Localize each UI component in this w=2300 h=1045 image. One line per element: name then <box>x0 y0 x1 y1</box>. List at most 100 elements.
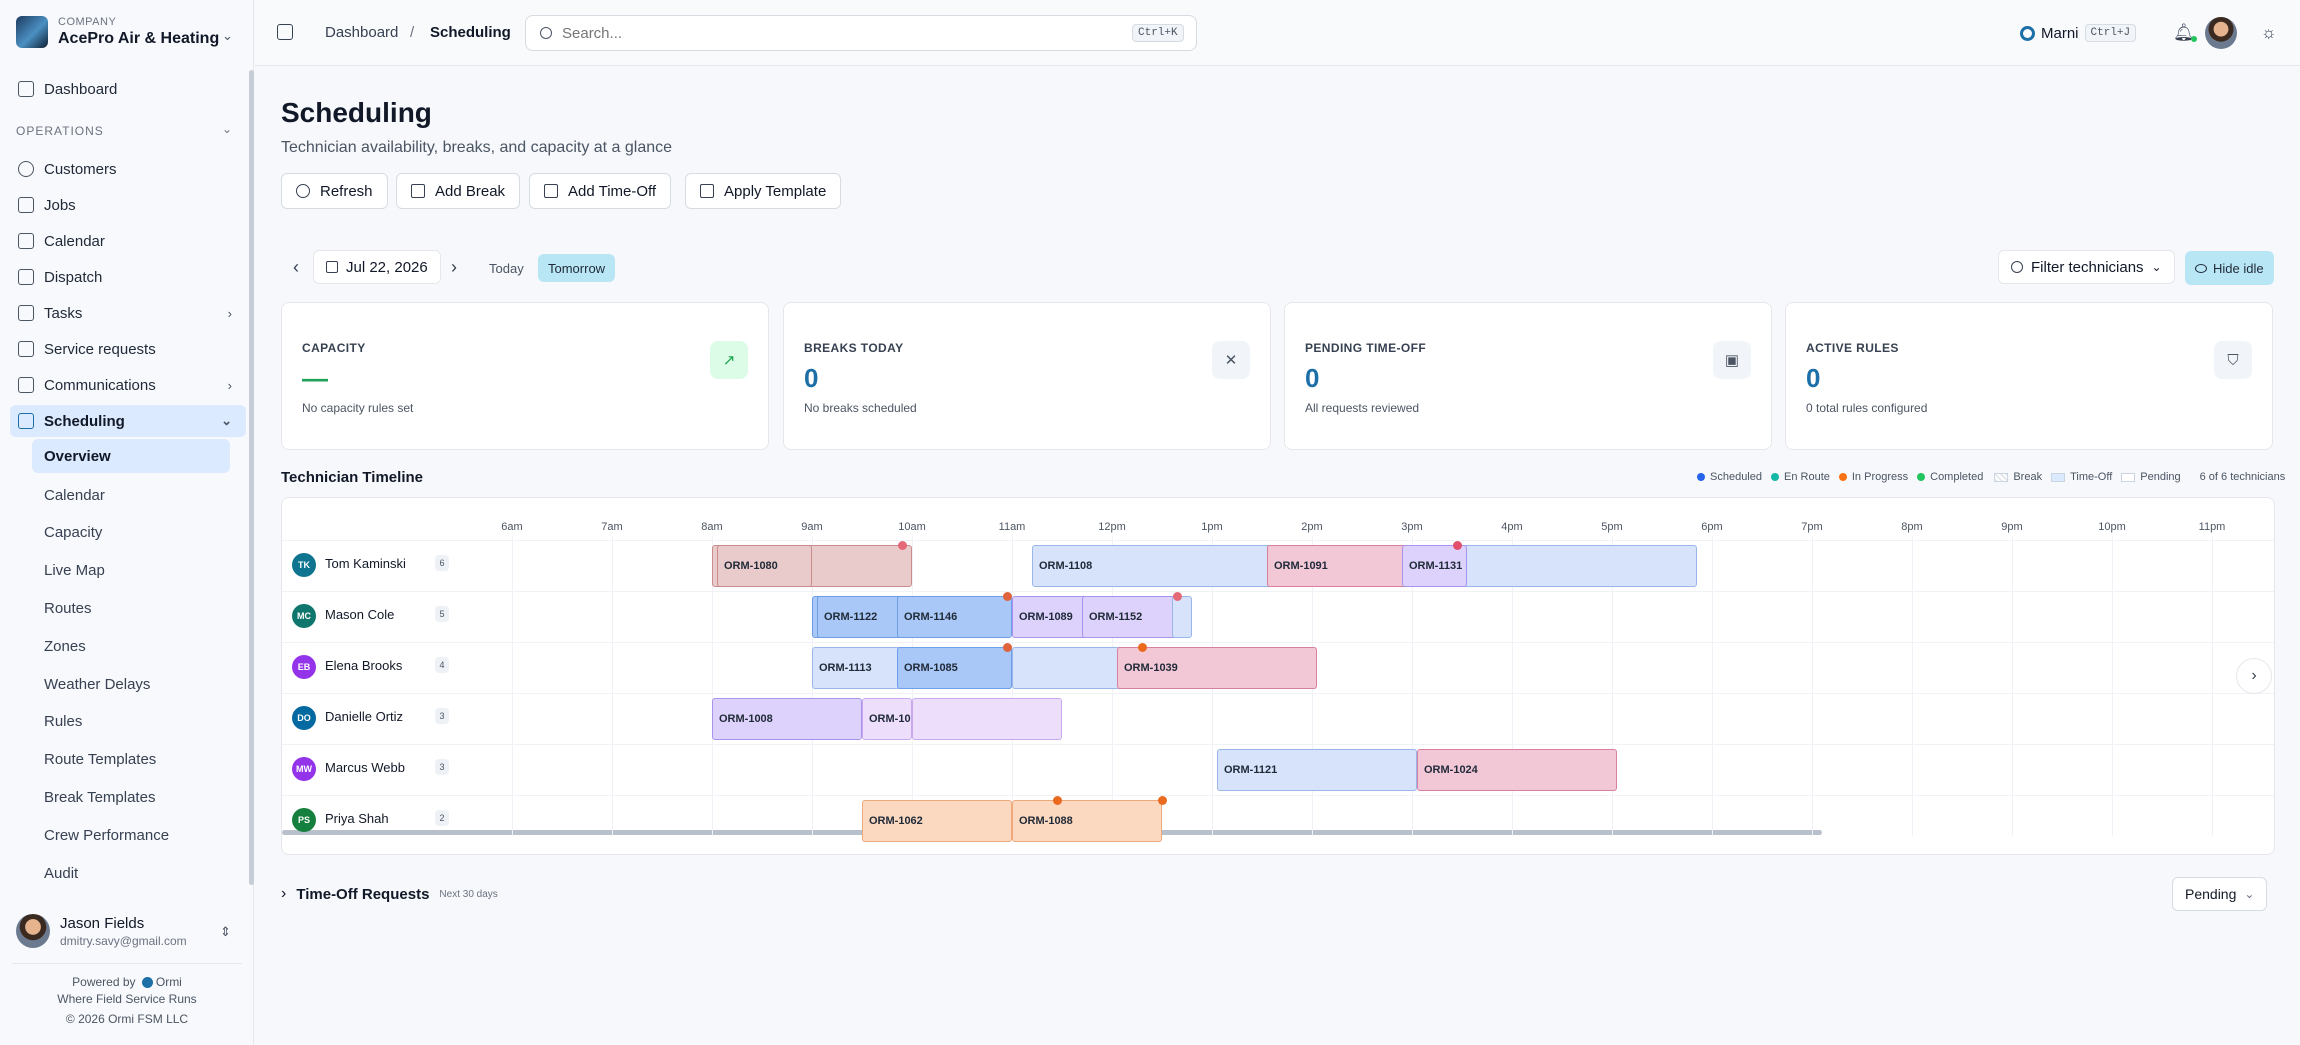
technician-name[interactable]: Danielle Ortiz <box>325 709 403 724</box>
job-block[interactable]: ORM-1062 <box>862 800 1012 842</box>
search-bar[interactable]: Ctrl+K <box>525 15 1197 51</box>
technician-name[interactable]: Elena Brooks <box>325 658 402 673</box>
page-subtitle: Technician availability, breaks, and cap… <box>281 139 673 156</box>
job-block[interactable]: ORM-1039 <box>1117 647 1317 689</box>
hour-label: 10pm <box>2098 521 2126 533</box>
breadcrumb-dashboard[interactable]: Dashboard <box>325 24 398 41</box>
sidebar-item-service-requests[interactable]: Service requests <box>10 333 246 365</box>
sidebar-subitem-live-map[interactable]: Live Map <box>32 553 230 587</box>
job-block[interactable]: ORM-1131 <box>1402 545 1467 587</box>
breadcrumb-current: Scheduling <box>430 24 511 41</box>
sidebar-subitem-label: Route Templates <box>44 750 157 768</box>
sidebar-subitem-zones[interactable]: Zones <box>32 629 230 663</box>
avatar[interactable] <box>2205 17 2237 49</box>
sidebar-item-calendar[interactable]: Calendar <box>10 225 246 257</box>
sidebar-item-dispatch[interactable]: Dispatch <box>10 261 246 293</box>
chevron-updown-icon[interactable]: ⇕ <box>220 924 231 940</box>
sidebar-subitem-capacity[interactable]: Capacity <box>32 515 230 549</box>
job-block[interactable]: ORM-1024 <box>1417 749 1617 791</box>
apply-template-button[interactable]: Apply Template <box>685 173 842 209</box>
sidebar-subitem-rules[interactable]: Rules <box>32 704 230 738</box>
stat-value: 0 <box>804 363 819 393</box>
technician-avatar: MC <box>292 604 316 628</box>
sidebar-subitem-routes[interactable]: Routes <box>32 591 230 625</box>
sidebar-subitem-weather-delays[interactable]: Weather Delays <box>32 667 230 701</box>
status-marker <box>898 541 907 550</box>
sidebar-item-dashboard[interactable]: Dashboard <box>10 73 246 105</box>
sidebar-item-communications[interactable]: Communications › <box>10 369 246 401</box>
sidebar-subitem-label: Capacity <box>44 523 103 541</box>
job-block[interactable]: ORM-1080 <box>717 545 812 587</box>
add-time-off-button[interactable]: Add Time-Off <box>529 173 672 209</box>
job-block[interactable] <box>912 698 1062 740</box>
job-block[interactable]: ORM-1008 <box>712 698 862 740</box>
chevron-down-icon: ⌄ <box>2151 260 2162 274</box>
notifications-button[interactable]: 🔔︎ <box>2173 16 2197 50</box>
status-filter-select[interactable]: Pending ⌄ <box>2172 877 2268 911</box>
users-icon <box>18 161 34 177</box>
timeline-legend: Scheduled En Route In Progress Completed… <box>1697 471 2285 483</box>
legend-scheduled: Scheduled <box>1710 471 1762 483</box>
assistant-button[interactable]: Marni Ctrl+J <box>2020 16 2137 50</box>
technician-name[interactable]: Mason Cole <box>325 607 394 622</box>
job-block[interactable]: ORM-1122 <box>817 596 902 638</box>
stat-card-capacity: CAPACITY — No capacity rules set ↗ <box>281 302 769 450</box>
hour-label: 1pm <box>1201 521 1223 533</box>
sidebar-subitem-crew-performance[interactable]: Crew Performance <box>32 818 230 852</box>
job-block[interactable]: ORM-1085 <box>897 647 1012 689</box>
sidebar-item-scheduling[interactable]: Scheduling ⌄ <box>10 405 246 437</box>
divider <box>12 963 242 964</box>
legend-dot-completed <box>1917 473 1926 481</box>
sidebar-subitem-route-templates[interactable]: Route Templates <box>32 742 230 776</box>
sidebar-subitem-calendar[interactable]: Calendar <box>32 478 230 512</box>
status-marker <box>1138 643 1147 652</box>
sidebar-subitem-overview[interactable]: Overview <box>32 439 230 473</box>
job-block[interactable]: ORM-1146 <box>897 596 1012 638</box>
next-day-icon[interactable]: › <box>451 257 457 278</box>
timeline-scroll-right-button[interactable]: › <box>2236 658 2272 694</box>
stat-label: ACTIVE RULES <box>1806 341 1899 355</box>
main-content: Scheduling Technician availability, brea… <box>255 67 2300 1045</box>
time-off-requests-toggle[interactable]: › Time-Off Requests Next 30 days <box>281 885 498 903</box>
technician-name[interactable]: Marcus Webb <box>325 760 405 775</box>
job-block[interactable]: ORM-1152 <box>1082 596 1177 638</box>
job-block[interactable]: ORM-1097 <box>862 698 912 740</box>
sidebar-subitem-break-templates[interactable]: Break Templates <box>32 780 230 814</box>
technician-name[interactable]: Tom Kaminski <box>325 556 406 571</box>
hide-idle-button[interactable]: Hide idle <box>2185 251 2274 285</box>
sidebar-item-tasks[interactable]: Tasks › <box>10 297 246 329</box>
prev-day-icon[interactable]: ‹ <box>293 257 299 278</box>
sun-icon[interactable]: ☼ <box>2261 16 2277 50</box>
sidebar-item-label: Scheduling <box>44 412 125 430</box>
job-block[interactable] <box>1172 596 1192 638</box>
sidebar-toggle-icon[interactable] <box>277 24 293 40</box>
job-block[interactable]: ORM-1088 <box>1012 800 1162 842</box>
company-switcher[interactable]: COMPANY AcePro Air & Heating <box>16 16 219 48</box>
user-menu[interactable]: Jason Fields dmitry.savy@gmail.com <box>16 914 187 948</box>
tomorrow-button[interactable]: Tomorrow <box>538 254 616 282</box>
job-count-badge: 3 <box>435 759 449 775</box>
sidebar-item-jobs[interactable]: Jobs <box>10 189 246 221</box>
technician-timeline[interactable]: 6am 7am 8am 9am 10am 11am 12pm 1pm 2pm 3pm 4pm 5pm 6… <box>281 497 2275 855</box>
chevron-down-icon[interactable]: ⌄ <box>222 28 233 44</box>
job-block[interactable]: ORM-1121 <box>1217 749 1417 791</box>
sidebar-item-customers[interactable]: Customers <box>10 153 246 185</box>
chevron-right-icon: › <box>281 885 287 902</box>
hour-label: 12pm <box>1098 521 1126 533</box>
breadcrumb-separator: / <box>410 24 415 41</box>
sidebar-scrollbar[interactable] <box>249 70 254 885</box>
status-marker <box>1453 541 1462 550</box>
date-picker[interactable]: Jul 22, 2026 <box>313 250 441 284</box>
today-button[interactable]: Today <box>479 254 534 282</box>
search-input[interactable] <box>562 24 1122 42</box>
filter-technicians-button[interactable]: Filter technicians ⌄ <box>1998 250 2175 284</box>
status-marker <box>1158 796 1167 805</box>
chevron-down-icon[interactable]: ⌄ <box>222 122 232 136</box>
technician-name[interactable]: Priya Shah <box>325 811 389 826</box>
refresh-button[interactable]: Refresh <box>281 173 388 209</box>
add-break-button[interactable]: Add Break <box>396 173 521 209</box>
legend-dot-scheduled <box>1697 473 1705 481</box>
route-icon <box>18 413 34 429</box>
stat-label: PENDING TIME-OFF <box>1305 341 1427 355</box>
sidebar-subitem-audit[interactable]: Audit <box>32 856 230 890</box>
